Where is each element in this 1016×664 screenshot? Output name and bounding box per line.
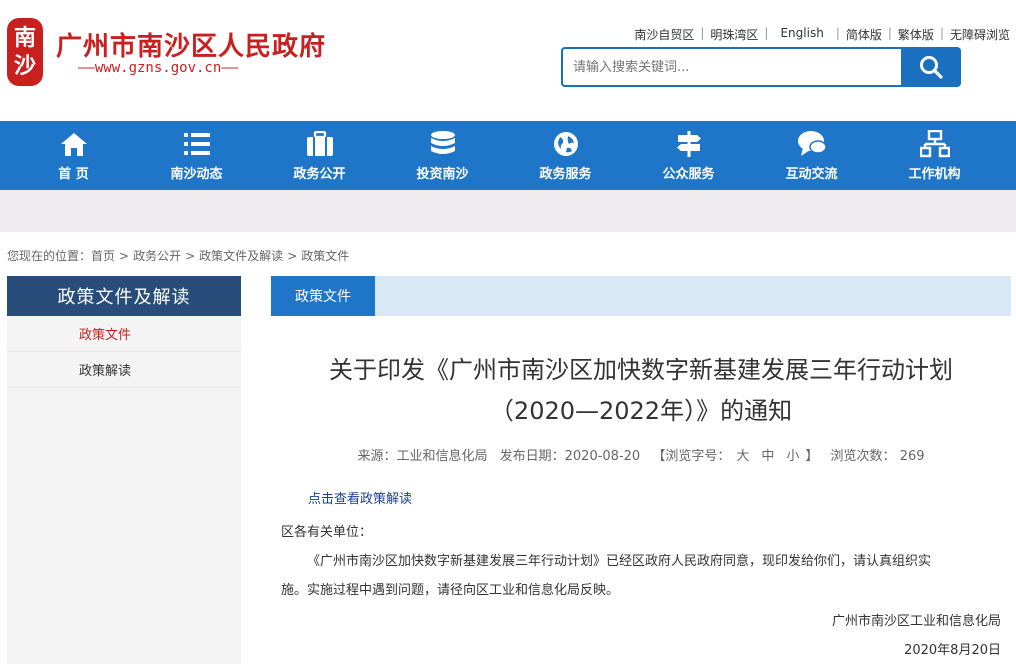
article-paragraph-continued: 施。实施过程中遇到问题，请径向区工业和信息化局反映。 — [281, 583, 620, 598]
top-link-accessibility[interactable]: 无障碍浏览 — [944, 26, 1010, 43]
breadcrumb-separator: > — [185, 249, 196, 263]
breadcrumb-separator: > — [119, 249, 130, 263]
home-icon — [59, 129, 89, 159]
article-body: 区各有关单位： 《广州市南沙区加快数字新基建发展三年行动计划》已经区政府人民政府… — [281, 518, 1001, 605]
font-size-bracket: 】 — [805, 449, 819, 464]
nav-item-invest[interactable]: 投资南沙 — [381, 121, 504, 190]
nansha-logo-icon[interactable]: 南 沙 — [7, 18, 43, 86]
main-nav: 首 页 南沙动态 政务公开 投资南沙 政务服务 公众服务 互动交流 工作机构 — [0, 121, 1016, 190]
nav-item-services[interactable]: 政务服务 — [504, 121, 627, 190]
breadcrumb-item-home[interactable]: 首页 — [91, 249, 115, 263]
coins-icon — [428, 129, 458, 159]
article-source: 来源：工业和信息化局 — [357, 449, 488, 464]
top-link-english[interactable]: English — [768, 26, 835, 43]
nav-label: 南沙动态 — [170, 167, 223, 182]
font-size-small-button[interactable]: 小 — [786, 449, 799, 464]
article-title-line2: （2020—2022年）》的通知 — [489, 397, 793, 425]
tab-policy-docs[interactable]: 政策文件 — [271, 276, 375, 316]
site-title[interactable]: 广州市南沙区人民政府 — [56, 26, 326, 63]
view-count-value: 269 — [899, 449, 925, 464]
chat-icon — [797, 129, 827, 159]
nav-item-public-services[interactable]: 公众服务 — [627, 121, 750, 190]
top-links: 南沙自贸区 | 明珠湾区 | English | 简体版 | 繁体版 | 无障碍… — [628, 26, 1010, 43]
article-title-line1: 关于印发《广州市南沙区加快数字新基建发展三年行动计划 — [329, 356, 953, 384]
org-chart-icon — [919, 129, 950, 159]
font-size-large-button[interactable]: 大 — [736, 449, 749, 464]
site-header: 南 沙 广州市南沙区人民政府 ——www.gzns.gov.cn—— 南沙自贸区… — [0, 0, 1016, 121]
search-icon — [920, 56, 943, 79]
signpost-icon — [674, 129, 704, 159]
breadcrumb-item-current[interactable]: 政策文件 — [301, 249, 349, 263]
signature-org: 广州市南沙区工业和信息化局 — [831, 614, 1001, 629]
search-input[interactable] — [561, 47, 901, 87]
site-url: ——www.gzns.gov.cn—— — [78, 60, 239, 76]
breadcrumb-separator: > — [287, 249, 298, 263]
nav-label: 工作机构 — [908, 167, 961, 182]
breadcrumb-prefix: 您现在的位置： — [7, 249, 92, 263]
article-date: 发布日期：2020-08-20 — [499, 449, 641, 464]
view-count: 浏览次数： 269 — [831, 449, 925, 464]
nav-label: 政务公开 — [293, 167, 346, 182]
sidebar: 政策文件及解读 政策文件 政策解读 — [7, 276, 241, 664]
article-signature: 广州市南沙区工业和信息化局 2020年8月20日 — [832, 607, 1001, 664]
view-count-label: 浏览次数： — [830, 449, 896, 464]
briefcase-icon — [305, 129, 335, 159]
search-button[interactable] — [901, 47, 961, 87]
breadcrumb-item-open-gov[interactable]: 政务公开 — [133, 249, 181, 263]
nav-label: 公众服务 — [662, 167, 715, 182]
nav-item-news[interactable]: 南沙动态 — [135, 121, 258, 190]
nav-item-open-gov[interactable]: 政务公开 — [258, 121, 381, 190]
policy-interpretation-link[interactable]: 点击查看政策解读 — [308, 488, 412, 507]
nav-item-agencies[interactable]: 工作机构 — [873, 121, 996, 190]
top-link-simplified[interactable]: 简体版 — [840, 26, 888, 43]
nav-item-interaction[interactable]: 互动交流 — [750, 121, 873, 190]
nav-item-home[interactable]: 首 页 — [12, 121, 135, 190]
nav-label: 政务服务 — [539, 167, 592, 182]
top-link-mingzhu-bay[interactable]: 明珠湾区 — [704, 26, 764, 43]
list-icon — [182, 129, 212, 159]
sidebar-title: 政策文件及解读 — [7, 276, 241, 316]
article-title: 关于印发《广州市南沙区加快数字新基建发展三年行动计划 （2020—2022年）》… — [281, 350, 1001, 432]
nav-label: 首 页 — [58, 167, 89, 182]
font-size-label: 【浏览字号： — [652, 449, 731, 464]
breadcrumb-item-policy[interactable]: 政策文件及解读 — [199, 249, 283, 263]
article-paragraph: 《广州市南沙区加快数字新基建发展三年行动计划》已经区政府人民政府同意，现印发给你… — [307, 554, 932, 569]
sidebar-item-policy-docs[interactable]: 政策文件 — [7, 316, 241, 352]
top-link-ftz[interactable]: 南沙自贸区 — [628, 26, 700, 43]
search-box — [561, 47, 961, 87]
article-meta: 来源：工业和信息化局 发布日期：2020-08-20 【浏览字号： 大中小】 浏览… — [281, 445, 1001, 464]
top-link-traditional[interactable]: 繁体版 — [892, 26, 940, 43]
nav-label: 投资南沙 — [416, 167, 469, 182]
signature-date: 2020年8月20日 — [904, 643, 1001, 658]
globe-icon — [551, 129, 581, 159]
font-size-controls: 【浏览字号： 大中小】 — [652, 449, 818, 464]
nav-label: 互动交流 — [785, 167, 838, 182]
breadcrumb: 您现在的位置：首页 > 政务公开 > 政策文件及解读 > 政策文件 — [7, 247, 349, 264]
sub-nav-bar — [0, 190, 1016, 232]
section-tab-bar: 政策文件 — [271, 276, 1011, 316]
font-size-medium-button[interactable]: 中 — [761, 449, 774, 464]
article-salutation: 区各有关单位： — [281, 525, 373, 540]
logo-char-2: 沙 — [13, 53, 36, 79]
logo-char-1: 南 — [13, 25, 36, 51]
sidebar-item-policy-interpretation[interactable]: 政策解读 — [7, 352, 241, 388]
